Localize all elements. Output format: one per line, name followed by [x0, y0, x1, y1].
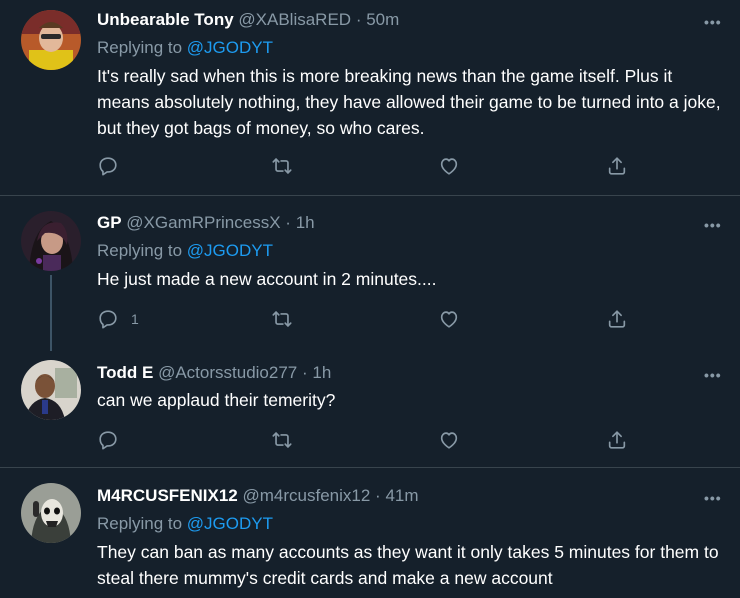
timestamp[interactable]: 1h	[296, 213, 315, 232]
replying-to-prefix: Replying to	[97, 514, 187, 533]
retweet-icon	[271, 429, 293, 451]
replying-to: Replying to @JGODYT	[97, 513, 273, 535]
avatar[interactable]	[21, 483, 81, 543]
separator-dot: ·	[355, 10, 362, 29]
avatar[interactable]	[21, 360, 81, 420]
timestamp[interactable]: 50m	[366, 10, 399, 29]
like-icon	[438, 308, 460, 330]
reply-button[interactable]	[97, 429, 131, 451]
user-handle[interactable]: @Actorsstudio277	[158, 363, 297, 382]
retweet-button[interactable]	[271, 155, 293, 177]
replying-to-prefix: Replying to	[97, 241, 187, 260]
tweet-actions: 1	[97, 308, 637, 330]
tweet-header: Unbearable Tony @XABlisaRED · 50m	[97, 9, 399, 31]
tweet-feed: Unbearable Tony @XABlisaRED · 50m ••• Re…	[0, 0, 740, 598]
display-name[interactable]: Todd E	[97, 363, 153, 382]
more-icon[interactable]: •••	[704, 218, 726, 232]
share-button[interactable]	[606, 429, 628, 451]
more-icon[interactable]: •••	[704, 491, 726, 505]
retweet-button[interactable]	[271, 429, 293, 451]
replying-to-prefix: Replying to	[97, 38, 187, 57]
like-button[interactable]	[438, 308, 460, 330]
tweet-text: can we applaud their temerity?	[97, 390, 336, 410]
like-icon	[438, 429, 460, 451]
like-button[interactable]	[438, 155, 460, 177]
separator-dot: ·	[285, 213, 291, 232]
share-icon	[606, 429, 628, 451]
share-button[interactable]	[606, 308, 628, 330]
reply-count: 1	[131, 311, 139, 327]
replying-to: Replying to @JGODYT	[97, 37, 273, 59]
share-icon	[606, 308, 628, 330]
separator-dot: ·	[301, 363, 308, 382]
avatar[interactable]	[21, 10, 81, 70]
tweet-text: He just made a new account in 2 minutes.…	[97, 269, 437, 289]
share-button[interactable]	[606, 155, 628, 177]
display-name[interactable]: GP	[97, 213, 122, 232]
user-handle[interactable]: @XGamRPrincessX	[126, 213, 280, 232]
replying-to: Replying to @JGODYT	[97, 240, 273, 262]
tweet[interactable]: Unbearable Tony @XABlisaRED · 50m ••• Re…	[0, 0, 740, 195]
tweet[interactable]: M4RCUSFENIX12 @m4rcusfenix12 · 41m ••• R…	[0, 468, 740, 598]
reply-icon	[97, 155, 119, 177]
reply-button[interactable]	[97, 155, 131, 177]
tweet[interactable]: GP @XGamRPrincessX · 1h ••• Replying to …	[0, 196, 740, 351]
reply-button[interactable]: 1	[97, 308, 139, 330]
more-icon[interactable]: •••	[704, 368, 726, 382]
mention-link[interactable]: @JGODYT	[187, 514, 273, 533]
mention-link[interactable]: @JGODYT	[187, 241, 273, 260]
timestamp[interactable]: 1h	[312, 363, 331, 382]
display-name[interactable]: Unbearable Tony	[97, 10, 234, 29]
timestamp[interactable]: 41m	[385, 486, 418, 505]
user-handle[interactable]: @m4rcusfenix12	[243, 486, 371, 505]
tweet-header: Todd E @Actorsstudio277 · 1h	[97, 362, 331, 384]
tweet-actions	[97, 429, 637, 451]
mention-link[interactable]: @JGODYT	[187, 38, 273, 57]
tweet-text: It's really sad when this is more breaki…	[97, 66, 721, 138]
tweet[interactable]: Todd E @Actorsstudio277 · 1h ••• can we …	[0, 346, 740, 467]
retweet-icon	[271, 155, 293, 177]
like-button[interactable]	[438, 429, 460, 451]
share-icon	[606, 155, 628, 177]
user-handle[interactable]: @XABlisaRED	[238, 10, 351, 29]
retweet-button[interactable]	[271, 308, 293, 330]
like-icon	[438, 155, 460, 177]
display-name[interactable]: M4RCUSFENIX12	[97, 486, 238, 505]
reply-icon	[97, 308, 119, 330]
avatar[interactable]	[21, 211, 81, 271]
tweet-header: M4RCUSFENIX12 @m4rcusfenix12 · 41m	[97, 485, 419, 507]
reply-icon	[97, 429, 119, 451]
retweet-icon	[271, 308, 293, 330]
tweet-header: GP @XGamRPrincessX · 1h	[97, 212, 315, 234]
separator-dot: ·	[375, 486, 381, 505]
tweet-actions	[97, 155, 637, 177]
more-icon[interactable]: •••	[704, 15, 726, 29]
thread-connector	[50, 275, 52, 351]
tweet-text: They can ban as many accounts as they wa…	[97, 542, 719, 588]
